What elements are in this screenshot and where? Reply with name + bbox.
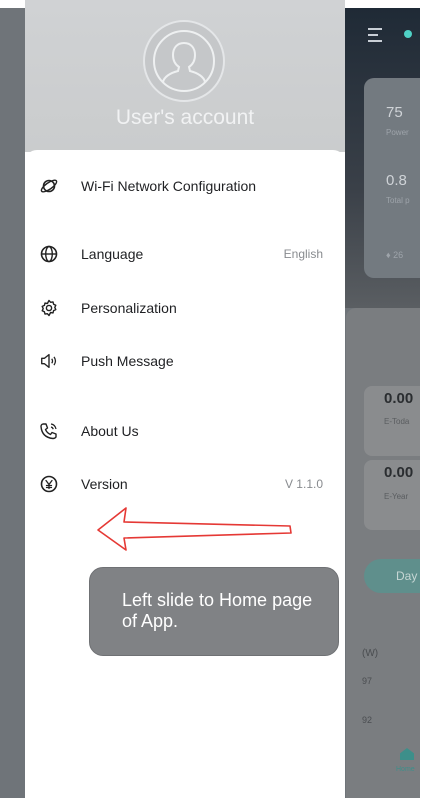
menu-item-label: Push Message: [81, 353, 174, 369]
menu-item-label: About Us: [81, 423, 139, 439]
side-drawer: User's account Wi-Fi Network Configurati…: [25, 0, 345, 798]
menu-item-label: Wi-Fi Network Configuration: [81, 178, 257, 194]
chart-axis-unit: (W): [362, 648, 379, 659]
total-label: Total p: [386, 196, 410, 205]
user-icon: [153, 30, 215, 92]
menu-item-label: Personalization: [81, 300, 177, 316]
language-value: English: [283, 247, 323, 261]
day-button[interactable]: Day: [364, 559, 420, 593]
menu-item-push-message[interactable]: Push Message: [25, 341, 345, 381]
phone-icon: [39, 421, 59, 441]
instruction-tooltip: Left slide to Home page of App.: [89, 567, 339, 656]
menu-item-wifi-config[interactable]: Wi-Fi Network Configuration: [25, 166, 345, 206]
version-icon: [39, 474, 59, 494]
power-label: Power: [386, 128, 409, 137]
chart-axis-tick: 97: [362, 676, 373, 686]
small-count-value: 26: [393, 250, 404, 260]
year-energy-value: 0.00: [384, 464, 414, 481]
today-energy-value: 0.00: [384, 390, 414, 407]
drawer-menu: Wi-Fi Network Configuration Language Eng…: [25, 150, 345, 798]
planet-icon: [39, 176, 59, 196]
home-tab-label[interactable]: Home: [396, 766, 415, 773]
power-value: 75: [386, 104, 403, 121]
menu-icon[interactable]: [368, 28, 382, 42]
leaf-icon: ♦: [386, 250, 391, 260]
user-account-label[interactable]: User's account: [25, 106, 345, 130]
status-dot-icon: [404, 30, 412, 38]
avatar[interactable]: [143, 20, 225, 102]
menu-item-version[interactable]: Version V 1.1.0: [25, 464, 345, 504]
speaker-icon: [39, 351, 59, 371]
left-arrow-annotation-icon: [97, 507, 292, 551]
menu-item-label: Version: [81, 476, 128, 492]
version-value: V 1.1.0: [284, 477, 323, 491]
globe-icon: [39, 244, 59, 264]
small-count: ♦ 26: [386, 250, 403, 260]
menu-item-label: Language: [81, 246, 144, 262]
year-energy-label: E-Year: [384, 492, 409, 501]
gear-icon: [39, 298, 59, 318]
total-value: 0.8: [386, 172, 407, 189]
menu-item-personalization[interactable]: Personalization: [25, 288, 345, 328]
menu-item-about-us[interactable]: About Us: [25, 411, 345, 451]
chart-axis-tick: 92: [362, 715, 373, 725]
drawer-header: User's account: [25, 0, 345, 152]
background-lower-panel: [346, 308, 420, 798]
today-energy-label: E-Toda: [384, 417, 410, 426]
menu-item-language[interactable]: Language English: [25, 234, 345, 274]
